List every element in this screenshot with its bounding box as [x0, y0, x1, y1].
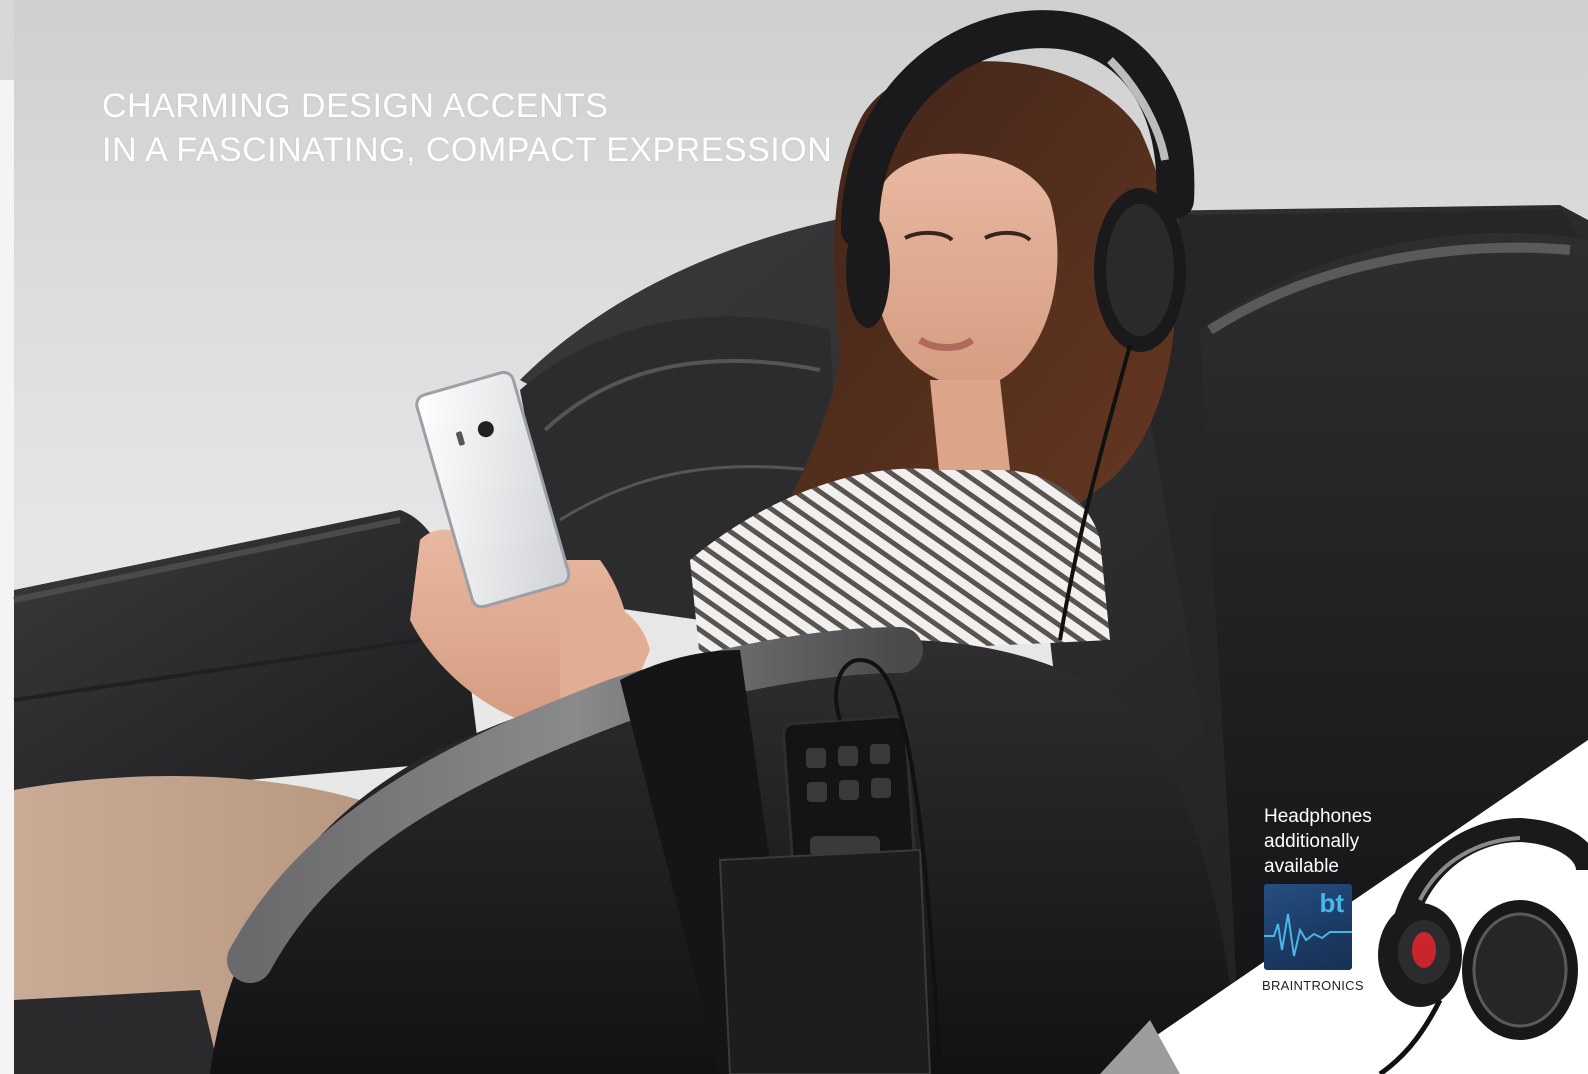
promo-line-1: Headphones [1264, 806, 1372, 827]
headphones-promo-text: Headphones additionally available [1264, 804, 1414, 879]
promo-line-3: available [1264, 856, 1339, 877]
braintronics-logo-icon: bt [1264, 884, 1352, 970]
brand-name: BRAINTRONICS [1262, 978, 1364, 993]
headline-line-1: CHARMING DESIGN ACCENTS [102, 87, 609, 125]
product-promo-page: CHARMING DESIGN ACCENTS IN A FASCINATING… [0, 0, 1588, 1074]
promo-line-2: additionally [1264, 831, 1360, 852]
logo-mark-text: bt [1319, 888, 1344, 918]
headline-line-2: IN A FASCINATING, COMPACT EXPRESSION [102, 131, 833, 169]
headline: CHARMING DESIGN ACCENTS IN A FASCINATING… [102, 84, 832, 172]
